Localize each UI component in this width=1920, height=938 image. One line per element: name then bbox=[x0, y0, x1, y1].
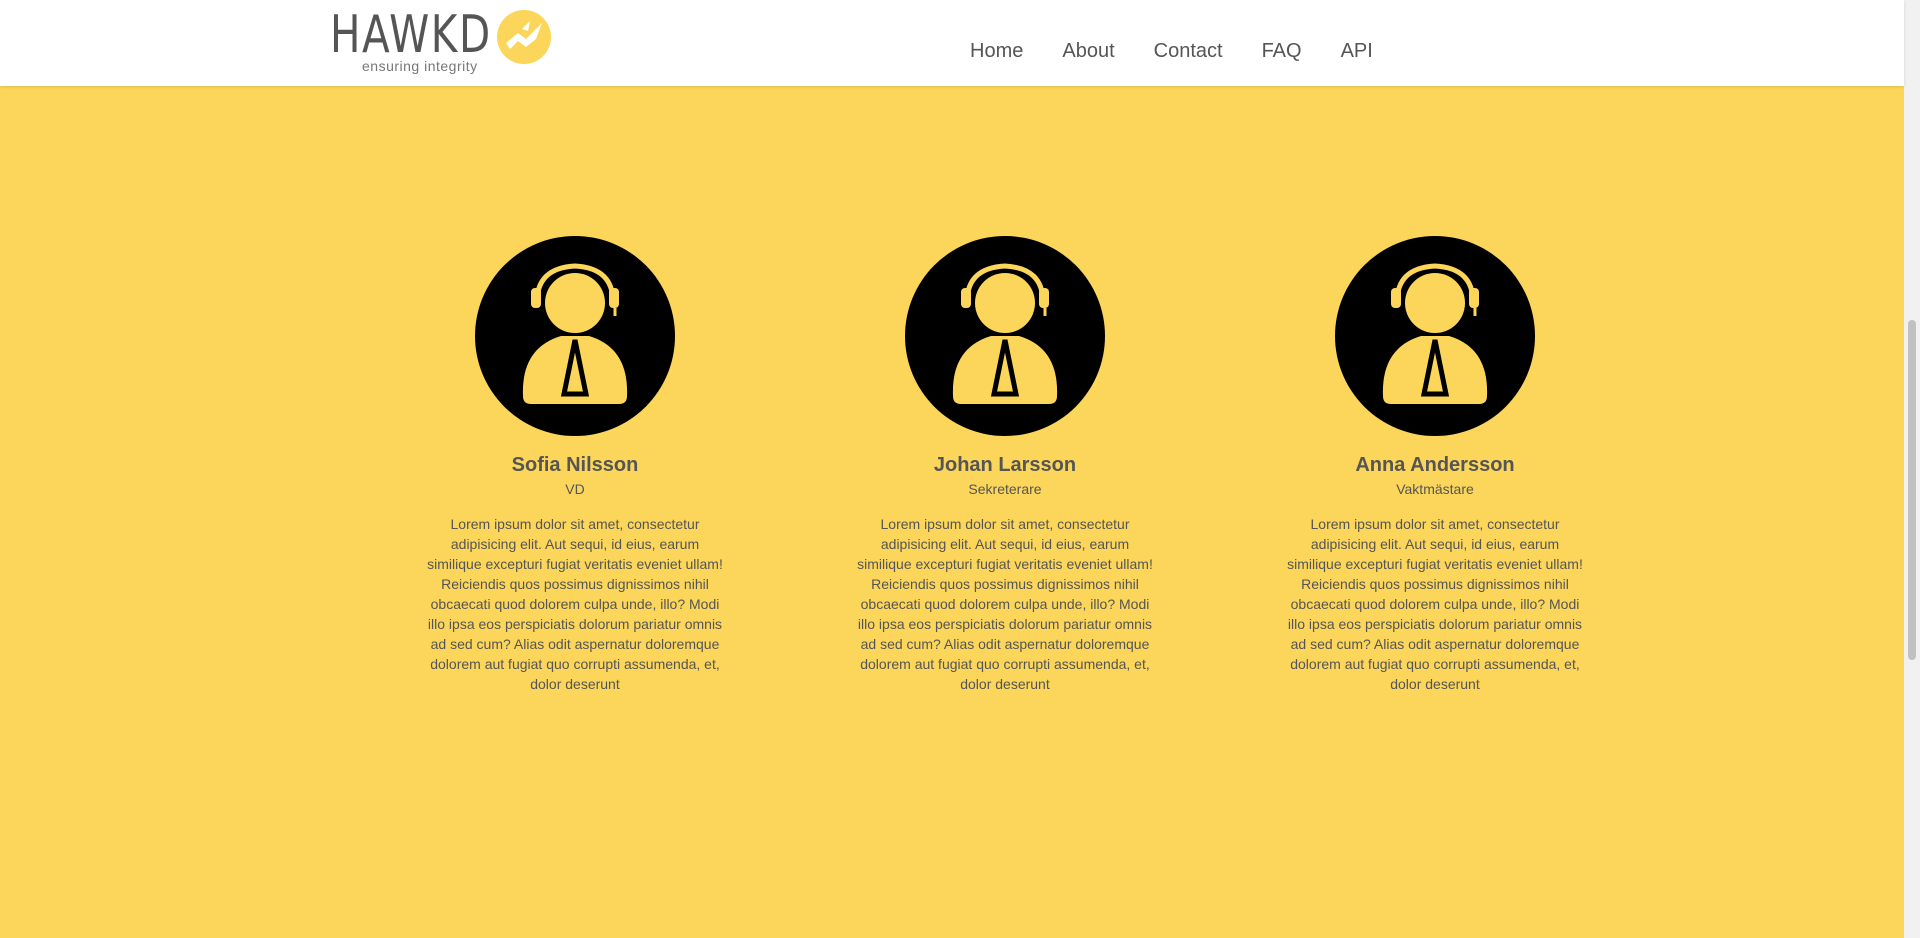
main-nav: Home About Contact FAQ API bbox=[970, 36, 1373, 66]
nav-faq[interactable]: FAQ bbox=[1262, 36, 1302, 66]
member-bio: Lorem ipsum dolor sit amet, consectetur … bbox=[427, 516, 723, 692]
member-role: Vaktmästare bbox=[1396, 481, 1474, 497]
member-name: Sofia Nilsson bbox=[511, 454, 639, 476]
team-member-card: Sofia Nilsson VD Lorem ipsum dolor sit a… bbox=[425, 236, 725, 694]
team-member-card: Johan Larsson Sekreterare Lorem ipsum do… bbox=[855, 236, 1155, 694]
support-agent-icon bbox=[905, 236, 1105, 436]
support-agent-icon bbox=[1335, 236, 1535, 436]
nav-home[interactable]: Home bbox=[970, 36, 1023, 66]
member-name: Johan Larsson bbox=[933, 454, 1077, 476]
member-role: Sekreterare bbox=[968, 481, 1042, 497]
team-section: Sofia Nilsson VD Lorem ipsum dolor sit a… bbox=[0, 86, 1904, 938]
member-role: VD bbox=[565, 481, 585, 497]
nav-api[interactable]: API bbox=[1341, 36, 1373, 66]
page-scrollbar[interactable] bbox=[1904, 0, 1920, 938]
member-bio: Lorem ipsum dolor sit amet, consectetur … bbox=[1287, 516, 1583, 692]
nav-about[interactable]: About bbox=[1062, 36, 1114, 66]
scrollbar-thumb[interactable] bbox=[1908, 320, 1916, 660]
member-bio: Lorem ipsum dolor sit amet, consectetur … bbox=[857, 516, 1153, 692]
logo-tagline: ensuring integrity bbox=[362, 58, 478, 74]
site-header: HAWKD ensuring integrity Home About Cont… bbox=[0, 0, 1904, 86]
team-member-card: Anna Andersson Vaktmästare Lorem ipsum d… bbox=[1285, 236, 1585, 694]
logo-name: HAWKD bbox=[330, 5, 492, 65]
nav-contact[interactable]: Contact bbox=[1154, 36, 1223, 66]
support-agent-icon bbox=[475, 236, 675, 436]
hawk-logo-icon bbox=[497, 10, 551, 64]
member-name: Anna Andersson bbox=[1355, 454, 1515, 476]
logo[interactable]: HAWKD ensuring integrity bbox=[330, 6, 555, 78]
